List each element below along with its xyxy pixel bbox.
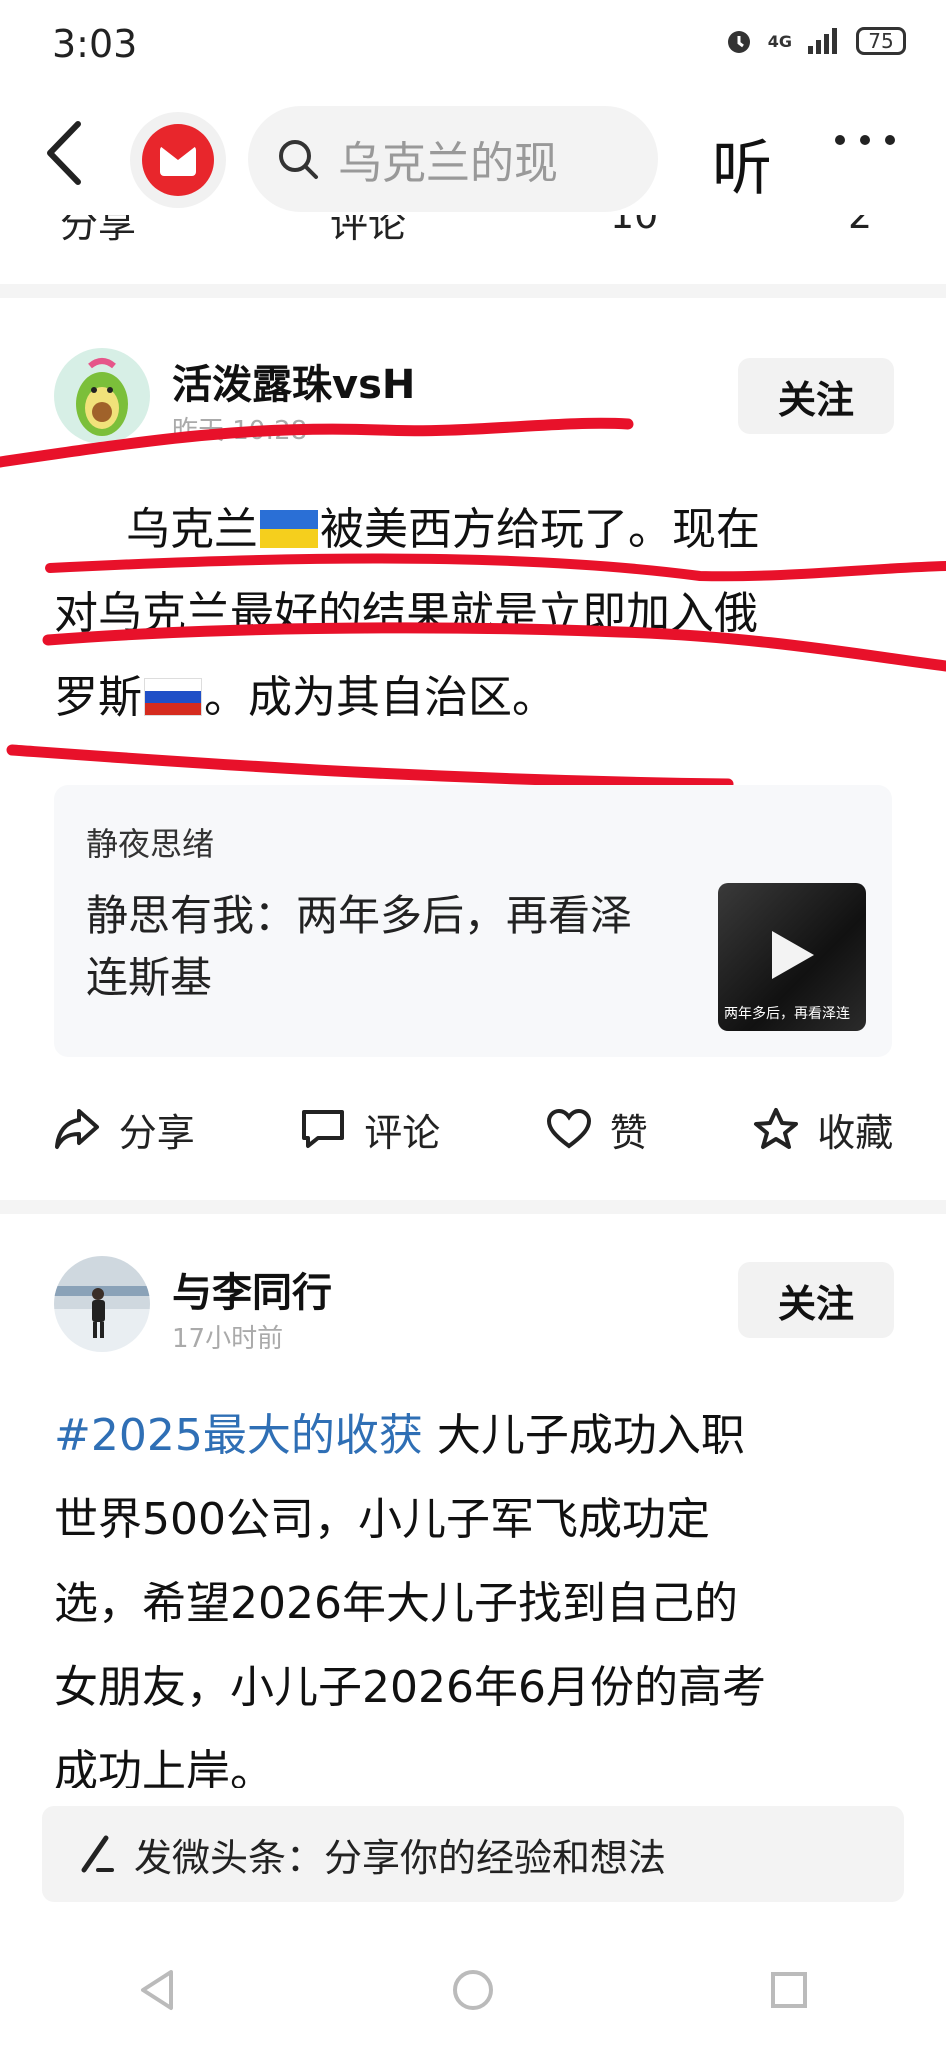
- back-arrow-icon: [47, 121, 81, 185]
- post-divider: [0, 1200, 946, 1214]
- signal-icon: [808, 28, 837, 54]
- post-text-fragment: 。成为其自治区。: [204, 672, 556, 723]
- post-line: 成功上岸。: [54, 1746, 274, 1788]
- alarm-icon: [727, 31, 750, 53]
- post-body[interactable]: 乌克兰 被美西方给玩了。现在 对乌克兰最好的结果就是立即加入俄 罗斯 。成为其自治区…: [54, 488, 904, 740]
- compose-bar[interactable]: 发微头条：分享你的经验和想法: [42, 1806, 904, 1902]
- share-icon: [54, 1109, 99, 1149]
- red-envelope-icon: [142, 124, 214, 196]
- status-icons: 4G 75: [724, 26, 906, 56]
- post-author[interactable]: 活泼露珠vsH: [172, 352, 415, 410]
- post-time: 17小时前: [172, 1324, 284, 1354]
- listen-button[interactable]: 听: [712, 120, 772, 207]
- favorite-button[interactable]: 收藏: [753, 1102, 893, 1157]
- post-body[interactable]: #2025最大的收获 大儿子成功入职 世界500公司，小儿子军飞成功定 选，希望…: [54, 1394, 924, 1788]
- search-bar[interactable]: 乌克兰的现: [248, 106, 658, 212]
- post-divider: [0, 284, 946, 298]
- comment-icon: [302, 1110, 345, 1148]
- russia-flag-icon: [144, 678, 202, 716]
- embedded-article-card[interactable]: 静夜思绪 静思有我：两年多后，再看泽连斯基 两年多后，再看泽连: [54, 785, 892, 1057]
- post-text-fragment: 乌克兰: [126, 504, 258, 555]
- post-line: 女朋友，小儿子2026年6月份的高考: [54, 1662, 766, 1713]
- more-icon: [835, 135, 895, 145]
- post-text-fragment: 被美西方给玩了。现在: [320, 504, 760, 555]
- share-button[interactable]: 分享: [53, 1102, 195, 1157]
- more-button[interactable]: [832, 130, 898, 154]
- search-icon: [279, 140, 318, 179]
- like-label: 赞: [609, 1110, 648, 1155]
- post-actions: 分享 评论 赞 收藏: [0, 1094, 946, 1164]
- follow-button[interactable]: 关注: [738, 1262, 894, 1338]
- card-source: 静夜思绪: [86, 825, 215, 863]
- post-line: 选，希望2026年大儿子找到自己的: [54, 1578, 738, 1629]
- compose-label: 发微头条：分享你的经验和想法: [134, 1835, 667, 1880]
- post-line: 世界500公司，小儿子军飞成功定: [54, 1494, 710, 1545]
- post-line: 罗斯 。成为其自治区。: [54, 656, 904, 740]
- avatar[interactable]: [54, 1256, 150, 1352]
- pen-icon: [81, 1835, 114, 1873]
- post-text-fragment: 大儿子成功入职: [422, 1410, 745, 1461]
- post-line: 对乌克兰最好的结果就是立即加入俄: [54, 588, 758, 639]
- follow-button[interactable]: 关注: [738, 358, 894, 434]
- status-time: 3:03: [52, 22, 138, 66]
- post-author[interactable]: 与李同行: [172, 1260, 332, 1318]
- post-line: 乌克兰 被美西方给玩了。现在: [54, 488, 904, 572]
- avocado-avatar-icon: [76, 358, 128, 436]
- video-thumbnail[interactable]: 两年多后，再看泽连: [718, 883, 866, 1031]
- card-title[interactable]: 静思有我：两年多后，再看泽连斯基: [86, 885, 666, 1009]
- post-time: 昨天 10:28: [172, 416, 308, 446]
- favorite-label: 收藏: [817, 1110, 894, 1155]
- network-label: 4G: [767, 31, 792, 51]
- heart-icon: [546, 1108, 591, 1149]
- partial-comment[interactable]: 评论: [330, 215, 406, 245]
- share-label: 分享: [118, 1110, 195, 1155]
- person-photo-avatar: [54, 1286, 150, 1338]
- nav-home-icon[interactable]: [451, 1968, 495, 2012]
- partial-share[interactable]: 分享: [60, 215, 136, 245]
- thumbnail-caption: 两年多后，再看泽连: [724, 1006, 850, 1022]
- back-button[interactable]: [42, 118, 86, 192]
- post-text-fragment: 罗斯: [54, 672, 142, 723]
- app-logo[interactable]: [130, 112, 226, 208]
- ukraine-flag-icon: [260, 510, 318, 548]
- search-input[interactable]: 乌克兰的现: [338, 127, 558, 191]
- avatar[interactable]: [54, 348, 150, 444]
- comment-label: 评论: [364, 1110, 441, 1155]
- like-button[interactable]: 赞: [546, 1102, 648, 1157]
- post-line: #2025最大的收获 大儿子成功入职: [54, 1394, 924, 1478]
- nav-recent-icon[interactable]: [769, 1970, 809, 2010]
- partial-favorite-count[interactable]: 2: [848, 215, 872, 237]
- previous-post-actions: 分享 评论 10 2: [0, 215, 946, 245]
- battery-level: 75: [868, 29, 894, 53]
- battery-icon: 75: [856, 27, 906, 55]
- system-nav-bar: [0, 1968, 946, 2012]
- comment-button[interactable]: 评论: [300, 1102, 440, 1157]
- star-icon: [754, 1108, 799, 1149]
- partial-like-count[interactable]: 10: [610, 215, 658, 237]
- play-icon: [772, 931, 814, 979]
- hashtag-link[interactable]: #2025最大的收获: [54, 1410, 423, 1461]
- nav-back-icon[interactable]: [137, 1968, 177, 2012]
